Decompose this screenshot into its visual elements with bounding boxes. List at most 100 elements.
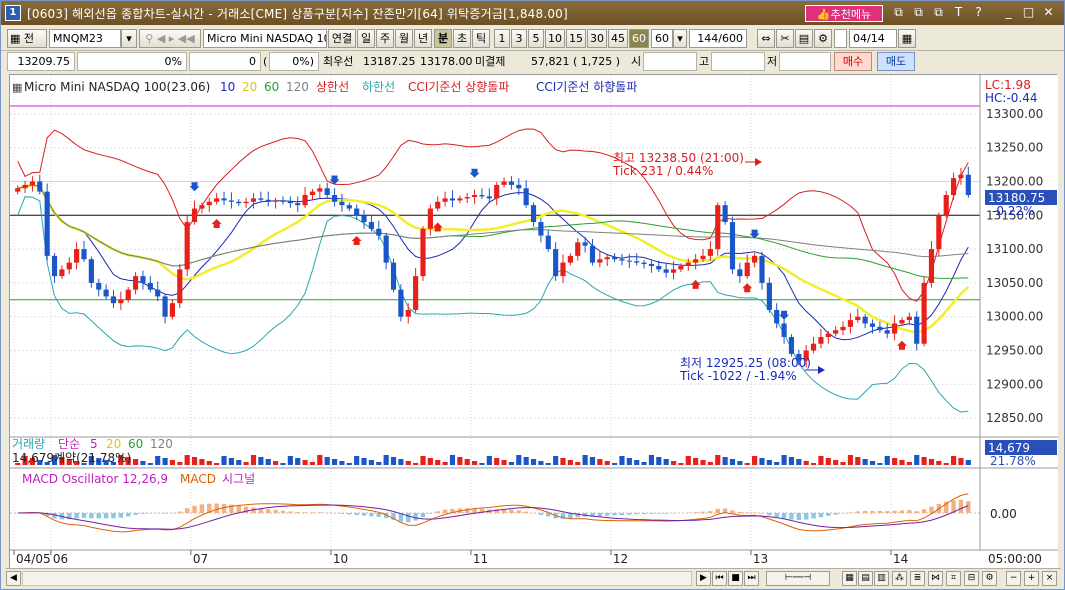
- macd-histogram-bar: [899, 510, 905, 513]
- macd-histogram-bar: [700, 511, 706, 513]
- link-icon[interactable]: ⧉: [891, 5, 906, 20]
- interval-input[interactable]: 60: [651, 29, 673, 48]
- volume-bar: [236, 460, 242, 465]
- recommend-menu-button[interactable]: 👍추천메뉴: [805, 5, 883, 22]
- macd-histogram-bar: [885, 511, 890, 513]
- volume-bar: [295, 458, 301, 465]
- indicator-icon[interactable]: ⁂: [892, 571, 907, 586]
- high-value: [711, 52, 765, 71]
- period-year[interactable]: 년: [414, 29, 432, 48]
- scissors-icon[interactable]: ✂: [776, 29, 794, 48]
- candle-count-field[interactable]: 144/600: [689, 29, 747, 48]
- period-week[interactable]: 주: [376, 29, 394, 48]
- skip-back-icon[interactable]: ⏮: [712, 571, 727, 586]
- volume-bar: [597, 459, 603, 465]
- grid-icon: ▦: [10, 32, 21, 45]
- candle-body: [715, 205, 721, 250]
- volume-paren: (: [263, 55, 268, 68]
- candle-body: [250, 198, 257, 202]
- interval-10[interactable]: 10: [545, 29, 565, 48]
- candle-body: [177, 269, 183, 304]
- zoom-out-icon[interactable]: −: [1006, 571, 1021, 586]
- candle-body: [125, 289, 131, 300]
- font-size-icon[interactable]: T: [951, 5, 966, 20]
- candle-body: [700, 255, 706, 260]
- zoom-reset-icon[interactable]: ×: [1042, 571, 1057, 586]
- period-day[interactable]: 일: [357, 29, 375, 48]
- zoom-slider[interactable]: ⊢──⊣: [766, 571, 830, 586]
- candle-body: [722, 205, 728, 223]
- symbol-input[interactable]: MNQM23: [49, 29, 121, 48]
- zoom-in-icon[interactable]: +: [1024, 571, 1039, 586]
- candle-body: [530, 205, 537, 223]
- chart-toolbar: ▦ 전 MNQM23 ▾ ⚲ ◀ ▸ ◀◀ Micro Mini NASDAQ …: [1, 26, 1064, 51]
- volume-bar: [339, 461, 345, 465]
- copy-icon[interactable]: ⧉: [911, 5, 926, 20]
- sell-button[interactable]: 매도: [877, 52, 915, 71]
- volume-bar: [523, 457, 529, 465]
- interval-dropdown-icon[interactable]: ▾: [673, 29, 687, 48]
- scroll-left-icon[interactable]: ◀: [6, 571, 21, 586]
- macd-histogram-bar: [656, 513, 662, 514]
- chart-area[interactable]: ▦ Micro Mini NASDAQ 100(23.06) 10 20 60 …: [9, 74, 1058, 569]
- date-input[interactable]: 04/14: [849, 29, 897, 48]
- candle-body: [781, 323, 787, 337]
- macd-histogram-bar: [745, 512, 750, 513]
- scroll-right-icon[interactable]: ▶: [696, 571, 711, 586]
- chart-svg[interactable]: ▦ Micro Mini NASDAQ 100(23.06) 10 20 60 …: [10, 75, 1058, 569]
- calendar-icon[interactable]: ▦: [898, 29, 916, 48]
- legend-hc: HC:-0.44: [985, 91, 1038, 105]
- volume-bar: [280, 463, 286, 465]
- continuous-button[interactable]: 연결: [328, 29, 356, 48]
- candle-body: [950, 178, 957, 196]
- interval-1[interactable]: 1: [494, 29, 510, 48]
- skip-forward-icon[interactable]: ⏭: [744, 571, 759, 586]
- close-button[interactable]: ✕: [1041, 5, 1056, 20]
- date-checkbox[interactable]: [834, 29, 847, 48]
- volume-bar: [420, 456, 426, 465]
- pattern-icon[interactable]: ⌗: [946, 571, 961, 586]
- horizontal-scrollbar[interactable]: [22, 571, 692, 586]
- table-view-icon[interactable]: ▥: [874, 571, 889, 586]
- help-icon[interactable]: ?: [971, 5, 986, 20]
- overlay-icon[interactable]: ⋈: [928, 571, 943, 586]
- draw-icon[interactable]: ▤: [795, 29, 813, 48]
- macd-histogram-bar: [663, 513, 669, 514]
- interval-5[interactable]: 5: [528, 29, 544, 48]
- grid-view-icon[interactable]: ▦: [842, 571, 857, 586]
- split-icon[interactable]: ⊟: [964, 571, 979, 586]
- price-tick-label: 13000.00: [986, 310, 1043, 324]
- period-month[interactable]: 월: [395, 29, 413, 48]
- zoom-icon[interactable]: ⇔: [757, 29, 775, 48]
- chart-view-icon[interactable]: ▤: [858, 571, 873, 586]
- volume-bar: [398, 459, 404, 465]
- period-second[interactable]: 초: [453, 29, 471, 48]
- maximize-button[interactable]: □: [1021, 5, 1036, 20]
- settings-icon[interactable]: ⚙: [982, 571, 997, 586]
- search-tools-button[interactable]: ⚲ ◀ ▸ ◀◀: [139, 29, 201, 48]
- interval-3[interactable]: 3: [511, 29, 527, 48]
- compare-icon[interactable]: ≣: [910, 571, 925, 586]
- macd-histogram-bar: [302, 512, 308, 513]
- volume-bar: [155, 456, 161, 465]
- interval-60[interactable]: 60: [629, 29, 649, 48]
- stop-icon[interactable]: ■: [728, 571, 743, 586]
- volume-info: 14,679계약(21.78%): [12, 450, 131, 465]
- interval-30[interactable]: 30: [587, 29, 607, 48]
- volume-bar: [774, 462, 780, 465]
- jeon-button[interactable]: ▦ 전: [7, 29, 47, 48]
- interval-45[interactable]: 45: [608, 29, 628, 48]
- legend-ma60: 60: [264, 80, 279, 94]
- candle-body: [191, 208, 198, 223]
- interval-15[interactable]: 15: [566, 29, 586, 48]
- gear-icon[interactable]: ⚙: [814, 29, 832, 48]
- period-tick[interactable]: 틱: [472, 29, 490, 48]
- volume-bar: [825, 458, 831, 465]
- minimize-button[interactable]: _: [1001, 5, 1016, 20]
- buy-button[interactable]: 매수: [834, 52, 872, 71]
- symbol-dropdown-icon[interactable]: ▾: [121, 29, 137, 48]
- time-tick-label: 10: [333, 552, 348, 566]
- window-title: [0603] 해외선옵 종합차트-실시간 - 거래소[CME] 상품구분[지수]…: [27, 6, 568, 21]
- period-minute[interactable]: 분: [434, 29, 452, 48]
- window-icon[interactable]: ⧉: [931, 5, 946, 20]
